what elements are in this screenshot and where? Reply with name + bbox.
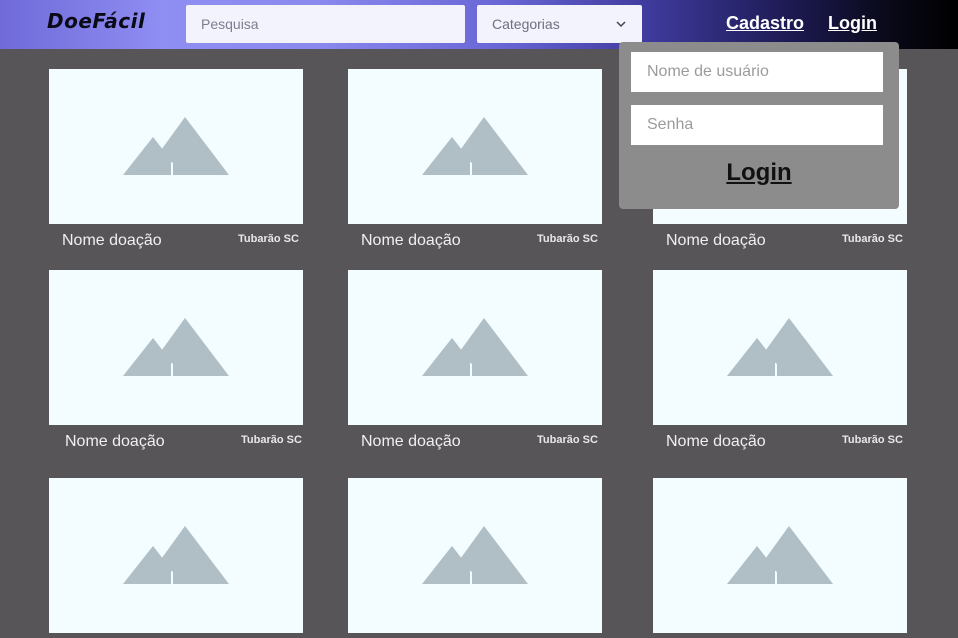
- login-dropdown: Login: [619, 42, 899, 209]
- category-select[interactable]: Categorias: [477, 5, 642, 43]
- image-placeholder-icon: [727, 318, 833, 376]
- donation-name[interactable]: Nome doação: [361, 433, 461, 451]
- category-select-label: Categorias: [492, 16, 560, 32]
- donation-name[interactable]: Nome doação: [361, 232, 461, 250]
- image-placeholder-icon: [422, 318, 528, 376]
- donation-location: Tubarão SC: [537, 434, 598, 446]
- donation-image[interactable]: [348, 69, 602, 224]
- site-logo[interactable]: DoeFácil: [47, 9, 145, 33]
- donation-name[interactable]: Nome doação: [666, 433, 766, 451]
- donation-location: Tubarão SC: [241, 434, 302, 446]
- image-placeholder-icon: [123, 117, 229, 175]
- donation-image[interactable]: [49, 270, 303, 425]
- register-link[interactable]: Cadastro: [726, 13, 804, 34]
- donation-image[interactable]: [49, 69, 303, 224]
- donation-image[interactable]: [348, 270, 602, 425]
- donation-name[interactable]: Nome doação: [62, 232, 162, 250]
- username-field[interactable]: [631, 52, 883, 92]
- image-placeholder-icon: [123, 526, 229, 584]
- donation-image[interactable]: [653, 270, 907, 425]
- image-placeholder-icon: [123, 318, 229, 376]
- donation-name[interactable]: Nome doação: [666, 232, 766, 250]
- login-submit-button[interactable]: Login: [619, 159, 899, 187]
- donation-image[interactable]: [348, 478, 602, 633]
- login-link[interactable]: Login: [828, 13, 877, 34]
- donation-location: Tubarão SC: [842, 233, 903, 245]
- image-placeholder-icon: [422, 526, 528, 584]
- image-placeholder-icon: [727, 526, 833, 584]
- donation-image[interactable]: [653, 478, 907, 633]
- image-placeholder-icon: [422, 117, 528, 175]
- chevron-down-icon: [616, 21, 626, 28]
- password-field[interactable]: [631, 105, 883, 145]
- donation-name[interactable]: Nome doação: [65, 433, 165, 451]
- donation-location: Tubarão SC: [537, 233, 598, 245]
- donation-location: Tubarão SC: [238, 233, 299, 245]
- donation-location: Tubarão SC: [842, 434, 903, 446]
- donation-image[interactable]: [49, 478, 303, 633]
- search-input[interactable]: [186, 5, 465, 43]
